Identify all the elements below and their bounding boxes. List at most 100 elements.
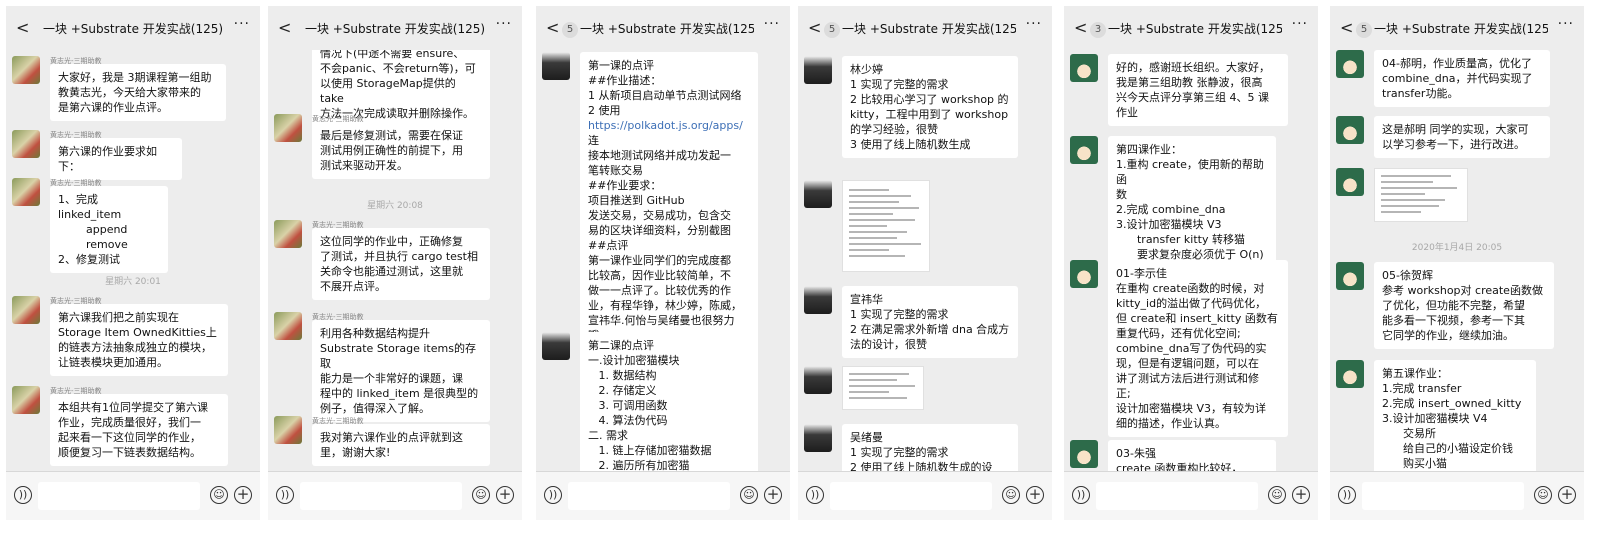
avatar[interactable] [542,52,570,80]
more-icon[interactable]: ··· [496,16,512,32]
message-text: 连 接本地测试网络并成功发起一 笔转账交易 ##作业要求： 项目推送到 GitH… [588,134,742,342]
message-bubble[interactable]: 01-李示佳 在重构 create函数的时候，对 kitty_id的溢出做了代码… [1108,260,1288,437]
avatar[interactable] [12,130,40,158]
message-link[interactable]: https://polkadot.js.org/apps/ [588,119,743,132]
voice-icon[interactable]: )) [14,486,32,504]
avatar[interactable] [804,180,832,208]
message-input[interactable] [830,482,992,510]
message-bubble[interactable]: 04-郝明，作业质量高，优化了 combine_dna，并代码实现了 trans… [1374,50,1550,107]
message-bubble[interactable]: 这位同学的作业中，正确修复 了测试，并且执行 cargo test相 关命令也能… [312,228,490,300]
avatar[interactable] [12,178,40,206]
message-bubble[interactable]: 第二课的点评 一.设计加密猫模块 1. 数据结构 2. 存储定义 3. 可调用函… [580,332,758,494]
unread-badge: 5 [1356,22,1372,38]
message-bubble[interactable]: 我对第六课作业的点评就到这 里，谢谢大家! [312,424,490,466]
emoji-icon[interactable]: ☺ [1002,486,1020,504]
avatar[interactable] [1336,168,1364,196]
avatar[interactable] [1070,136,1098,164]
avatar[interactable] [804,366,832,394]
unread-badge: 3 [1090,22,1106,38]
avatar[interactable] [274,312,302,340]
voice-icon[interactable]: )) [276,486,294,504]
message-bubble[interactable]: 第四课作业： 1.重构 create，使用新的帮助函 数 2.完成 combin… [1108,136,1276,268]
message-bubble[interactable]: 第六课我们把之前实现在 Storage Item OwnedKitties上 的… [50,304,228,376]
input-bar: )) ☺ + [268,471,522,520]
voice-icon[interactable]: )) [1338,486,1356,504]
message-bubble[interactable]: 这是郝明 同学的实现，大家可 以学习参考一下，进行改进。 [1374,116,1550,158]
message-bubble[interactable]: 最后是修复测试，需要在保证 测试用例正确性的前提下，用 测试来驱动开发。 [312,122,490,179]
avatar[interactable] [12,386,40,414]
message-bubble[interactable]: 大家好，我是 3期课程第一组助 教黄志光，今天给大家带来的 是第六课的作业点评。 [50,64,226,121]
image-message[interactable] [842,180,930,272]
back-icon[interactable]: < [16,20,29,36]
back-icon[interactable]: < [1074,20,1087,36]
back-icon[interactable]: < [278,20,291,36]
more-icon[interactable]: ··· [234,16,250,32]
avatar[interactable] [274,114,302,142]
plus-icon[interactable]: + [496,486,514,504]
message-input[interactable] [1362,482,1524,510]
input-bar: )) ☺ + [798,471,1052,520]
avatar[interactable] [1070,440,1098,468]
avatar[interactable] [12,56,40,84]
more-icon[interactable]: ··· [1558,16,1574,32]
message-bubble[interactable]: 利用各种数据结构提升 Substrate Storage items的存取 能力… [312,320,490,422]
avatar[interactable] [274,220,302,248]
avatar[interactable] [1070,54,1098,82]
message-input[interactable] [38,482,200,510]
image-message[interactable] [1374,168,1468,222]
plus-icon[interactable]: + [1292,486,1310,504]
chat-panel-6: 04-郝明，作业质量高，优化了 combine_dna，并代码实现了 trans… [1330,6,1584,520]
avatar[interactable] [1070,260,1098,288]
more-icon[interactable]: ··· [1026,16,1042,32]
more-icon[interactable]: ··· [1292,16,1308,32]
message-bubble[interactable]: 林少婷 1 实现了完整的需求 2 比较用心学习了 workshop 的 kitt… [842,56,1018,158]
back-icon[interactable]: < [808,20,821,36]
message-input[interactable] [568,482,730,510]
voice-icon[interactable]: )) [544,486,562,504]
chat-panel-4: 林少婷 1 实现了完整的需求 2 比较用心学习了 workshop 的 kitt… [798,6,1052,520]
message-bubble[interactable]: 第六课的作业要求如下： [50,138,182,180]
plus-icon[interactable]: + [1026,486,1044,504]
avatar[interactable] [12,296,40,324]
message-bubble[interactable]: 好的，感谢班长组织。大家好， 我是第三组助教 张静波，很高 兴今天点评分享第三组… [1108,54,1288,126]
plus-icon[interactable]: + [1558,486,1576,504]
message-bubble[interactable]: 第五课作业： 1.完成 transfer 2.完成 insert_owned_k… [1374,360,1536,477]
avatar[interactable] [1336,360,1364,388]
avatar[interactable] [804,286,832,314]
back-icon[interactable]: < [1340,20,1353,36]
back-icon[interactable]: < [546,20,559,36]
more-icon[interactable]: ··· [764,16,780,32]
image-message[interactable] [842,366,924,410]
input-bar: )) ☺ + [6,471,260,520]
avatar[interactable] [804,56,832,84]
plus-icon[interactable]: + [764,486,782,504]
message-bubble[interactable]: 05-徐贺辉 参考 workshop对 create函数做 了优化，但功能不完整… [1374,262,1554,349]
plus-icon[interactable]: + [234,486,252,504]
avatar[interactable] [1336,262,1364,290]
timestamp: 2020年1月4日 20:05 [1411,243,1503,253]
chat-title: 一块 +Substrate 开发实战(125) [842,22,1016,36]
message-bubble[interactable]: 宣祎华 1 实现了完整的需求 2 在满足需求外新增 dna 合成方 法的设计，很… [842,286,1018,358]
avatar[interactable] [1336,50,1364,78]
message-bubble[interactable]: 第一课的点评 ##作业描述： 1 从新项目启动单节点测试网络 2 使用 http… [580,52,758,349]
message-bubble[interactable]: 本组共有1位同学提交了第六课 作业，完成质量很好，我们一 起来看一下这位同学的作… [50,394,228,466]
voice-icon[interactable]: )) [1072,486,1090,504]
chat-header: < 一块 +Substrate 开发实战(125) ··· [6,6,260,50]
avatar[interactable] [804,424,832,452]
emoji-icon[interactable]: ☺ [740,486,758,504]
message-bubble[interactable]: 1、完成 linked_item append remove 2、修复测试 [50,186,168,273]
message-input[interactable] [300,482,462,510]
emoji-icon[interactable]: ☺ [1268,486,1286,504]
message-input[interactable] [1096,482,1258,510]
avatar[interactable] [274,416,302,444]
avatar[interactable] [1336,116,1364,144]
unread-badge: 5 [562,22,578,38]
avatar[interactable] [542,332,570,360]
input-bar: )) ☺ + [1064,471,1318,520]
chat-title: 一块 +Substrate 开发实战(125) [1374,22,1548,36]
chat-title: 一块 +Substrate 开发实战(125) [304,22,486,36]
voice-icon[interactable]: )) [806,486,824,504]
emoji-icon[interactable]: ☺ [472,486,490,504]
emoji-icon[interactable]: ☺ [210,486,228,504]
emoji-icon[interactable]: ☺ [1534,486,1552,504]
